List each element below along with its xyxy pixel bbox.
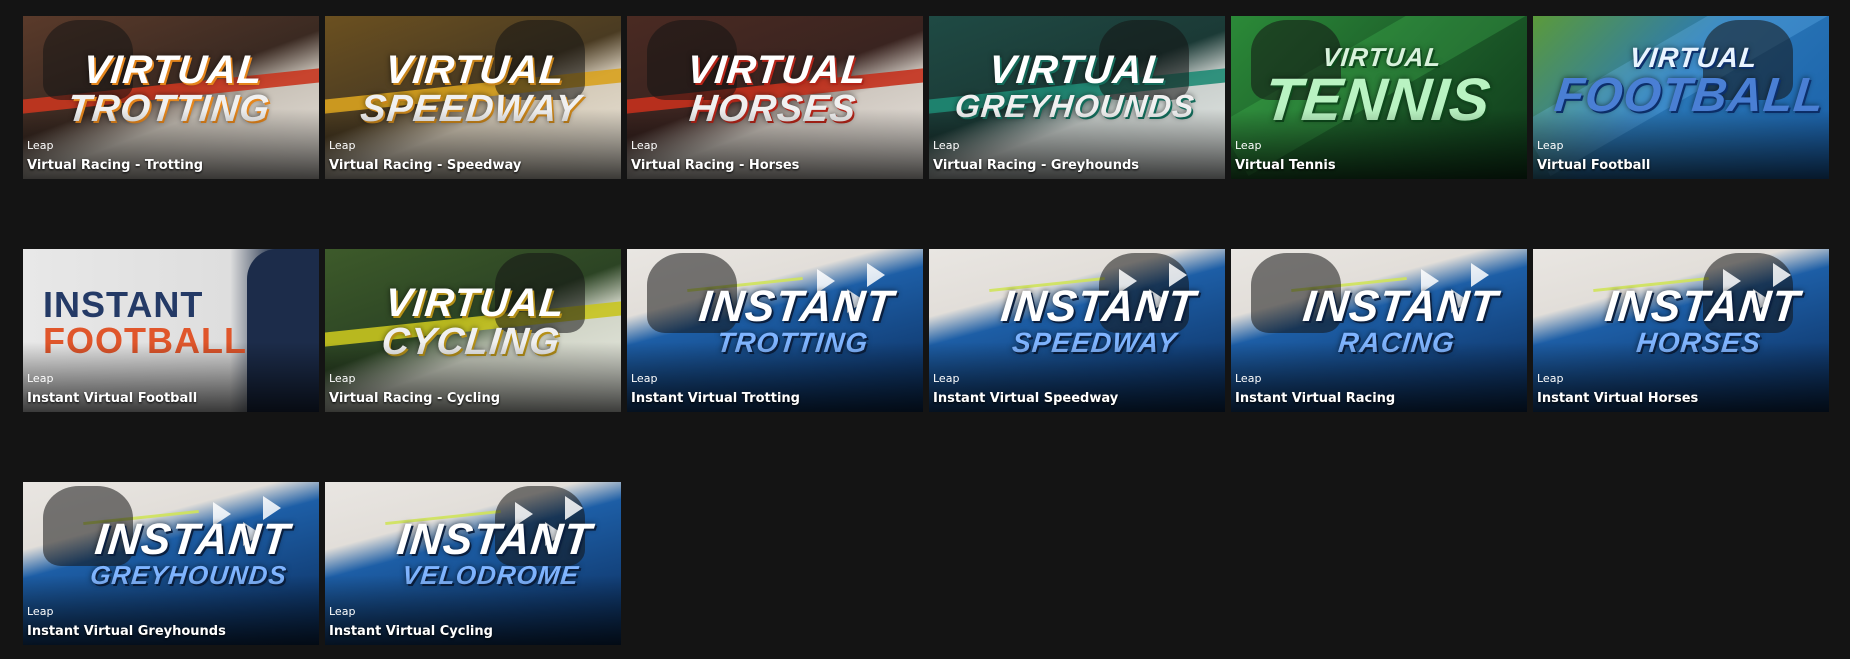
game-provider: Leap bbox=[329, 372, 356, 385]
game-title-line1: INSTANT bbox=[1300, 282, 1501, 331]
game-title-line1: INSTANT bbox=[394, 515, 595, 564]
game-name: Virtual Racing - Speedway bbox=[329, 158, 522, 173]
game-tile[interactable]: INSTANTVELODROMELeapInstant Virtual Cycl… bbox=[325, 482, 621, 645]
game-name: Instant Virtual Greyhounds bbox=[27, 624, 226, 639]
game-grid: VIRTUALTROTTINGLeapVirtual Racing - Trot… bbox=[23, 16, 1829, 645]
game-title-line1: INSTANT bbox=[1602, 282, 1803, 331]
game-provider: Leap bbox=[631, 372, 658, 385]
game-name: Instant Virtual Racing bbox=[1235, 391, 1396, 406]
game-name: Instant Virtual Speedway bbox=[933, 391, 1119, 406]
game-name: Instant Virtual Trotting bbox=[631, 391, 800, 406]
game-provider: Leap bbox=[329, 139, 356, 152]
game-provider: Leap bbox=[933, 139, 960, 152]
game-tile[interactable]: INSTANTHORSESLeapInstant Virtual Horses bbox=[1533, 249, 1829, 412]
game-title-line1: VIRTUAL bbox=[382, 281, 568, 325]
game-name: Virtual Racing - Horses bbox=[631, 158, 800, 173]
game-title-line1: VIRTUAL bbox=[684, 48, 870, 92]
game-tile[interactable]: VIRTUALHORSESLeapVirtual Racing - Horses bbox=[627, 16, 923, 179]
game-tile[interactable]: VIRTUAL TENNIS Leap Virtual Tennis bbox=[1231, 16, 1527, 179]
game-title-line1: INSTANT bbox=[43, 284, 204, 325]
game-provider: Leap bbox=[27, 372, 54, 385]
game-title-line1: VIRTUAL bbox=[986, 48, 1171, 92]
game-name: Virtual Football bbox=[1537, 158, 1651, 173]
game-name: Virtual Racing - Cycling bbox=[329, 391, 501, 406]
game-title-line1: VIRTUAL bbox=[382, 48, 568, 92]
game-provider: Leap bbox=[631, 139, 658, 152]
game-name: Virtual Racing - Trotting bbox=[27, 158, 204, 173]
game-name: Instant Virtual Football bbox=[27, 391, 198, 406]
game-provider: Leap bbox=[1537, 139, 1564, 152]
game-tile[interactable]: INSTANT FOOTBALL Leap Instant Virtual Footb… bbox=[23, 249, 319, 412]
game-tile[interactable]: VIRTUAL GREYHOUNDS Leap Virtual Racing - Gr… bbox=[929, 16, 1225, 179]
game-title-line1: VIRTUAL bbox=[1628, 42, 1760, 73]
game-tile[interactable]: INSTANTSPEEDWAYLeapInstant Virtual Speed… bbox=[929, 249, 1225, 412]
game-name: Instant Virtual Horses bbox=[1537, 391, 1699, 406]
game-title-line1: INSTANT bbox=[998, 282, 1199, 331]
game-tile[interactable]: VIRTUALSPEEDWAYLeapVirtual Racing - Spee… bbox=[325, 16, 621, 179]
game-title-line1: VIRTUAL bbox=[80, 48, 266, 92]
game-tile[interactable]: INSTANTRACINGLeapInstant Virtual Racing bbox=[1231, 249, 1527, 412]
game-name: Instant Virtual Cycling bbox=[329, 624, 493, 639]
game-name: Virtual Tennis bbox=[1235, 158, 1336, 173]
game-tile[interactable]: INSTANTTROTTINGLeapInstant Virtual Trott… bbox=[627, 249, 923, 412]
game-tile[interactable]: VIRTUALCYCLINGLeapVirtual Racing - Cycli… bbox=[325, 249, 621, 412]
game-tile[interactable]: VIRTUAL FOOTBALL Leap Virtual Football bbox=[1533, 16, 1829, 179]
game-provider: Leap bbox=[933, 372, 960, 385]
game-provider: Leap bbox=[27, 605, 54, 618]
game-provider: Leap bbox=[329, 605, 356, 618]
game-tile[interactable]: INSTANTGREYHOUNDSLeapInstant Virtual Gre… bbox=[23, 482, 319, 645]
game-provider: Leap bbox=[1235, 139, 1262, 152]
game-name: Virtual Racing - Greyhounds bbox=[933, 158, 1139, 173]
game-provider: Leap bbox=[1235, 372, 1262, 385]
game-tile[interactable]: VIRTUALTROTTINGLeapVirtual Racing - Trot… bbox=[23, 16, 319, 179]
game-title-line1: INSTANT bbox=[696, 282, 897, 331]
game-provider: Leap bbox=[27, 139, 54, 152]
game-provider: Leap bbox=[1537, 372, 1564, 385]
game-title-line1: INSTANT bbox=[92, 515, 293, 564]
